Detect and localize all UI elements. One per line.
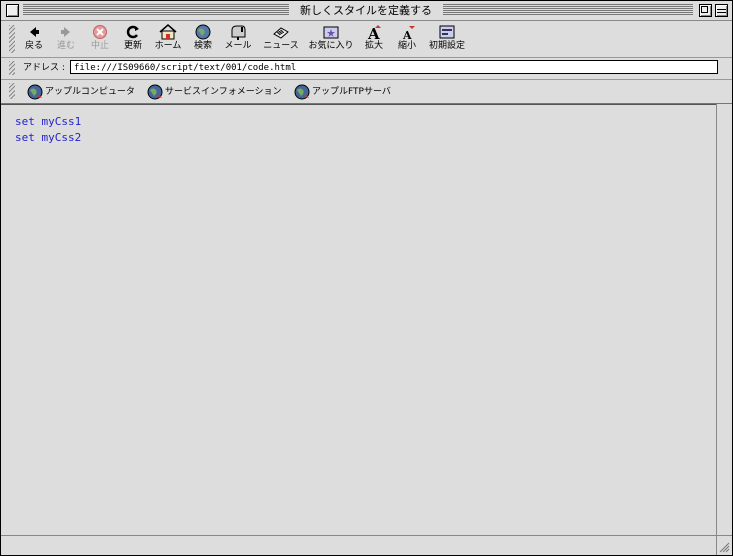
horizontal-scrollbar[interactable] (1, 535, 716, 555)
text-larger-icon: A (367, 25, 381, 40)
button-toolbar: 戻る 進む 中止 更新 ホーム 検索 メール ニュース お気に入り A 拡大 A… (1, 21, 732, 58)
resize-grip-icon (719, 542, 730, 553)
mail-button[interactable]: メール (223, 24, 253, 56)
mail-label: メール (224, 41, 252, 51)
address-bar: アドレス : file:///IS09660/script/text/001/c… (1, 58, 732, 80)
preferences-icon (439, 25, 455, 39)
home-button[interactable]: ホーム (153, 24, 183, 56)
address-label: アドレス : (23, 63, 65, 73)
back-label: 戻る (24, 41, 43, 51)
code-line: set myCss1 (15, 115, 82, 128)
preferences-button[interactable]: 初期設定 (428, 24, 466, 56)
code-line: set myCss2 (15, 131, 82, 144)
smaller-text-button[interactable]: A 縮小 (396, 24, 418, 56)
back-arrow-icon (30, 27, 39, 37)
link-apple-ftp-server[interactable]: アップルFTPサーバ (294, 84, 398, 100)
globe-icon (147, 84, 163, 100)
text-smaller-icon: A (402, 26, 415, 40)
stop-icon (93, 25, 107, 39)
favorites-links-bar: アップルコンピュータ サービスインフォメーション アップルFTPサーバ (1, 80, 732, 104)
address-input[interactable]: file:///IS09660/script/text/001/code.htm… (70, 60, 718, 74)
address-bar-grip[interactable] (9, 61, 15, 75)
resize-grip[interactable] (716, 535, 732, 555)
home-icon (159, 24, 177, 40)
title-bar[interactable]: 新しくスタイルを定義する (1, 1, 732, 21)
favorites-folder-icon (323, 26, 339, 39)
preferences-label: 初期設定 (428, 41, 465, 51)
back-button[interactable]: 戻る (23, 24, 45, 56)
links-bar-grip[interactable] (9, 83, 15, 99)
larger-text-button[interactable]: A 拡大 (363, 24, 385, 56)
news-label: ニュース (263, 41, 299, 51)
search-label: 検索 (193, 41, 212, 51)
search-globe-icon (195, 24, 211, 40)
larger-text-label: 拡大 (364, 41, 383, 51)
close-box-button[interactable] (6, 4, 19, 17)
refresh-button[interactable]: 更新 (122, 24, 144, 56)
forward-label: 進む (56, 41, 75, 51)
browser-window: 新しくスタイルを定義する 戻る 進む 中止 更新 ホーム 検索 メール ニュース… (0, 0, 733, 556)
search-button[interactable]: 検索 (192, 24, 214, 56)
globe-icon (294, 84, 310, 100)
link-label: サービスインフォメーション (165, 87, 282, 97)
news-button[interactable]: ニュース (262, 24, 300, 56)
favorites-button[interactable]: お気に入り (308, 24, 354, 56)
refresh-icon (126, 25, 139, 39)
mailbox-icon (231, 25, 246, 40)
svg-text:A: A (402, 29, 412, 40)
stop-button[interactable]: 中止 (89, 24, 111, 56)
window-title: 新しくスタイルを定義する (289, 3, 443, 18)
forward-arrow-icon (61, 27, 70, 37)
link-service-information[interactable]: サービスインフォメーション (147, 84, 287, 100)
smaller-text-label: 縮小 (397, 41, 416, 51)
favorites-label: お気に入り (308, 41, 354, 51)
link-label: アップルコンピュータ (45, 87, 135, 97)
link-apple-computer[interactable]: アップルコンピュータ (27, 84, 139, 100)
globe-icon (27, 84, 43, 100)
page-content: set myCss1 set myCss2 (1, 104, 716, 536)
forward-button[interactable]: 進む (55, 24, 77, 56)
news-icon (273, 27, 289, 39)
vertical-scrollbar[interactable] (716, 104, 732, 535)
link-label: アップルFTPサーバ (312, 87, 391, 97)
toolbar-grip[interactable] (9, 25, 15, 53)
refresh-label: 更新 (123, 41, 142, 51)
collapse-box-button[interactable] (715, 4, 728, 17)
stop-label: 中止 (90, 41, 109, 51)
home-label: ホーム (154, 41, 182, 51)
zoom-box-button[interactable] (699, 4, 712, 17)
